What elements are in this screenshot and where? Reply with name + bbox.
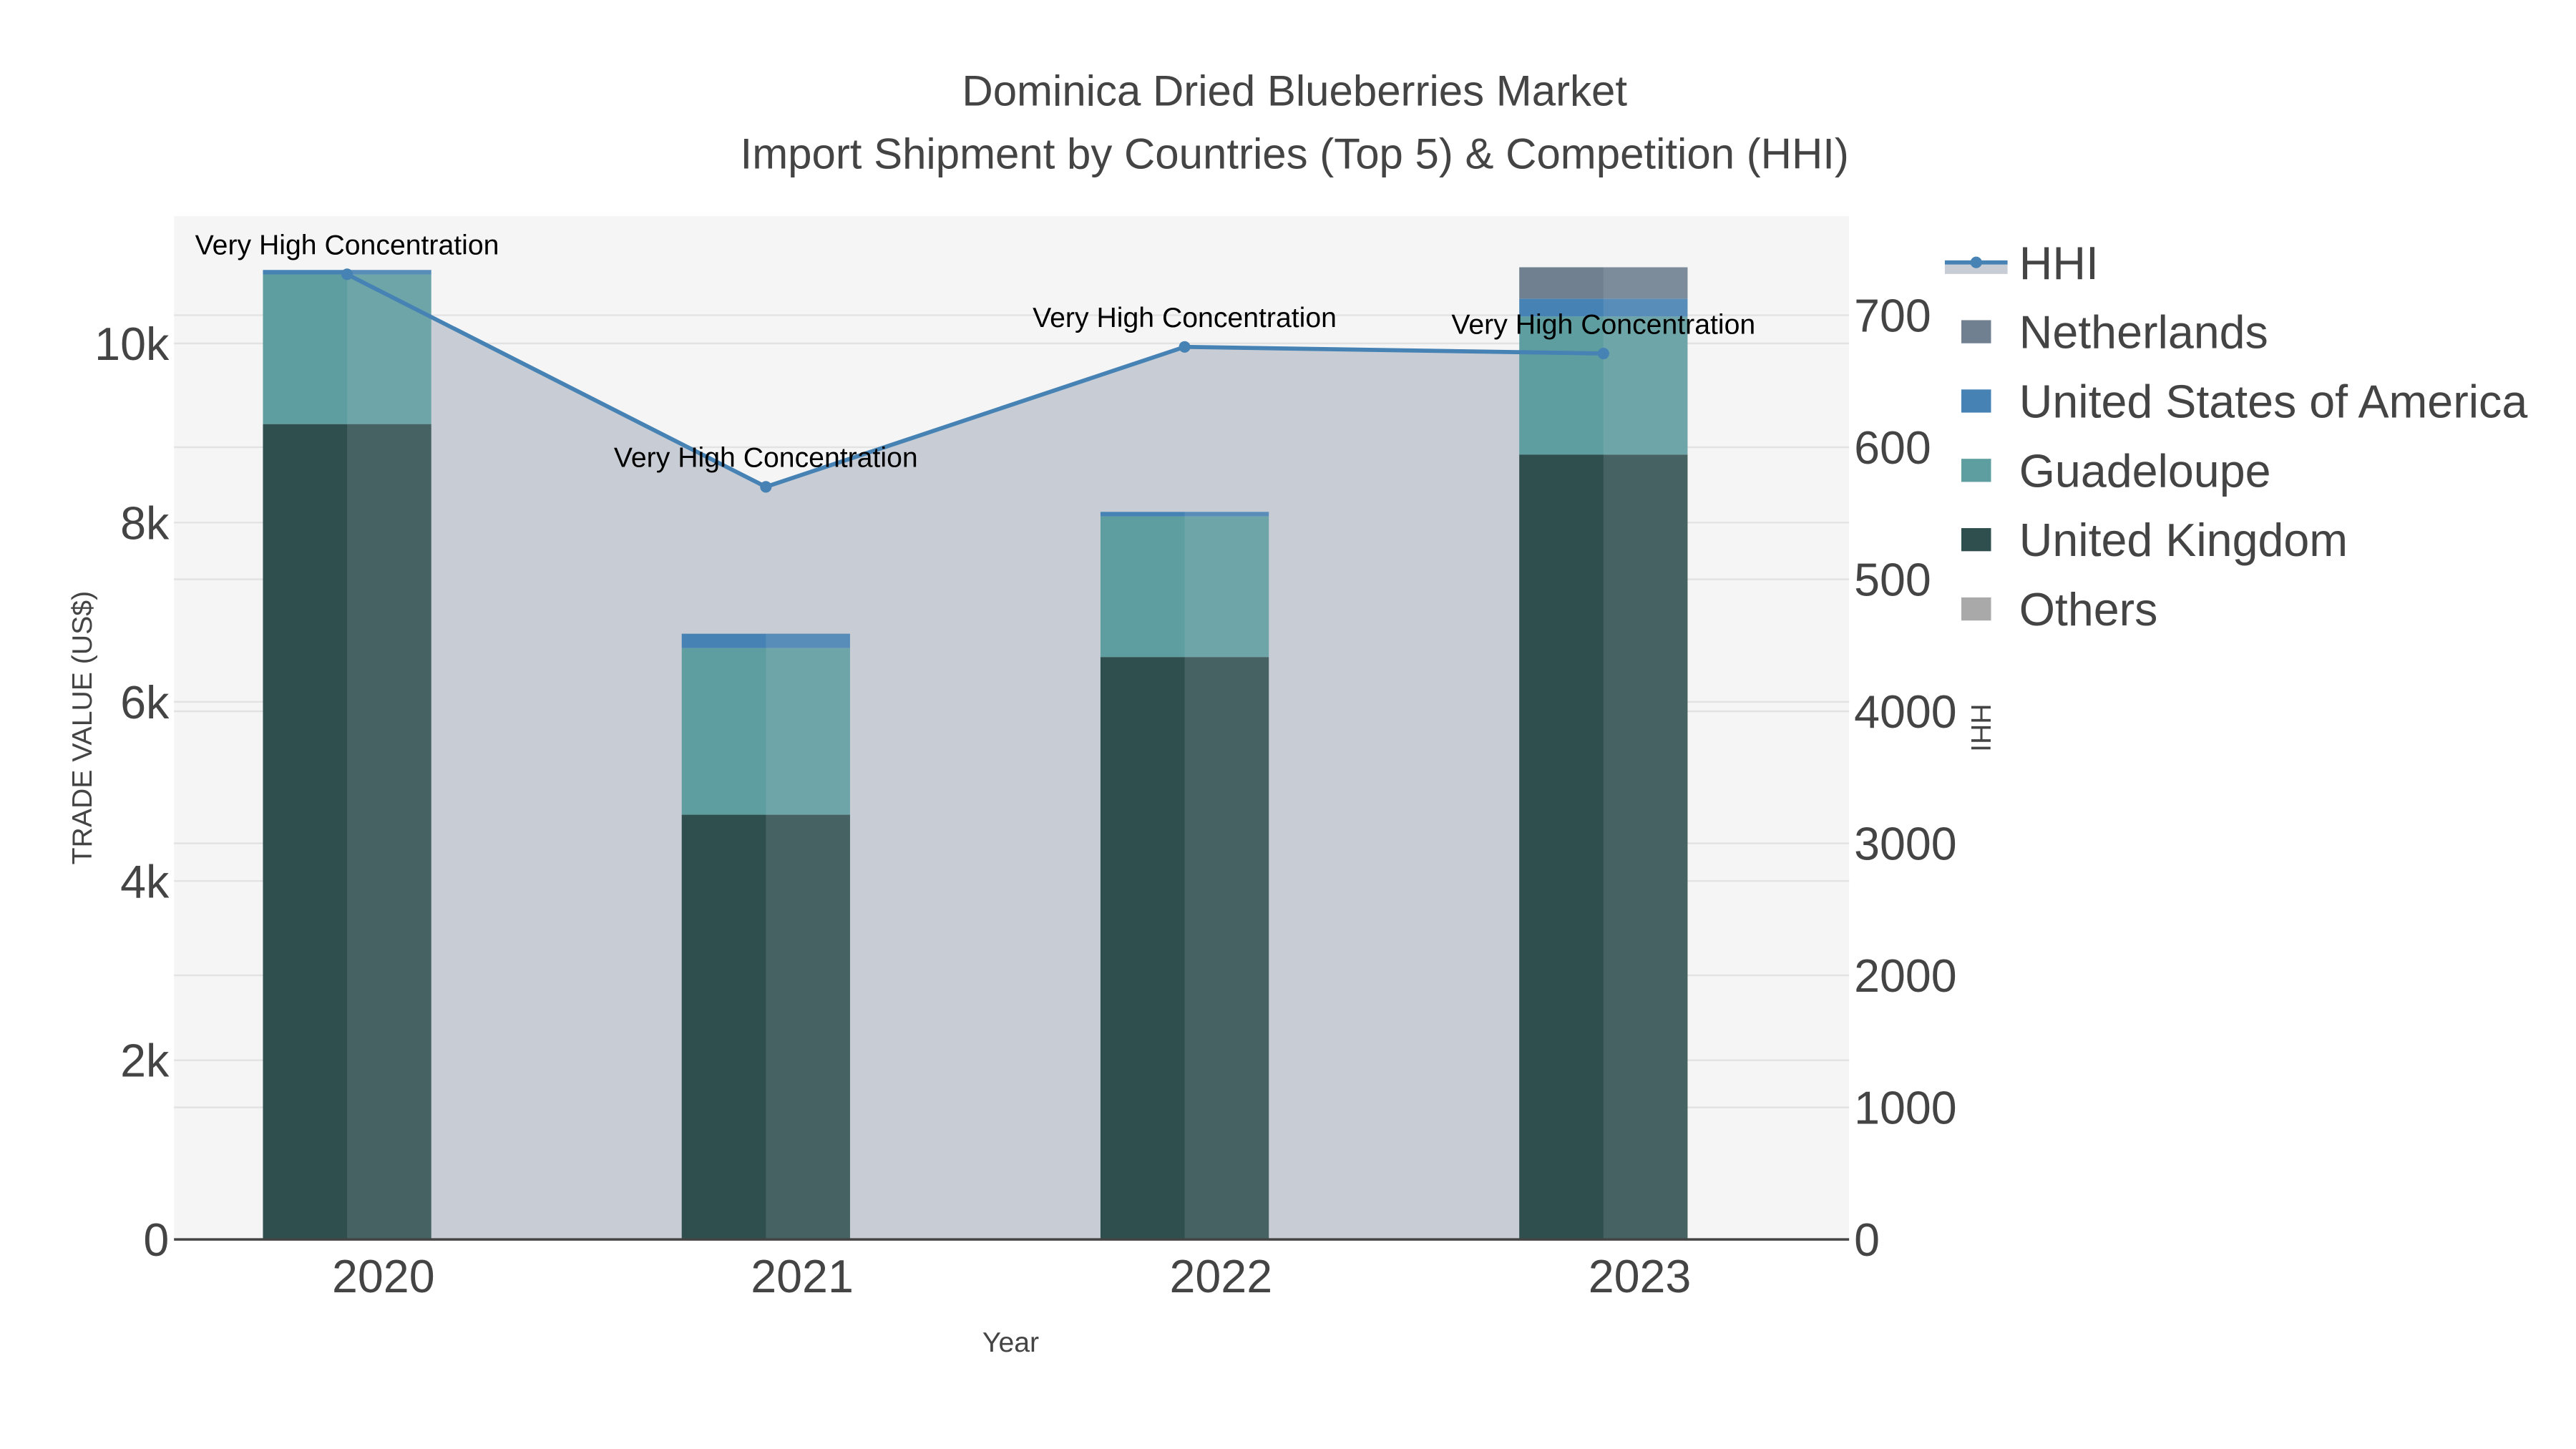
legend-label: United Kingdom bbox=[2019, 514, 2348, 566]
y2-tick-label: 500 bbox=[1854, 555, 1931, 606]
x-tick-label: 2023 bbox=[1589, 1251, 1692, 1302]
y-tick-label: 2k bbox=[120, 1035, 170, 1087]
y2-tick-label: 700 bbox=[1854, 291, 1931, 342]
y2-tick-label: 3000 bbox=[1854, 819, 1957, 870]
y-tick-label: 8k bbox=[120, 497, 170, 549]
hhi-point bbox=[1179, 341, 1191, 353]
legend-label: HHI bbox=[2019, 238, 2099, 289]
y2-tick-label: 4000 bbox=[1854, 686, 1957, 738]
chart-title: Dominica Dried Blueberries Market bbox=[962, 67, 1627, 115]
hhi-annotation: Very High Concentration bbox=[1033, 303, 1337, 333]
y-axis-label: TRADE VALUE (US$) bbox=[67, 591, 98, 865]
y2-tick-label: 0 bbox=[1854, 1214, 1880, 1266]
legend-swatch bbox=[1961, 528, 1991, 552]
hhi-area bbox=[347, 274, 1604, 1240]
bar-overlay bbox=[347, 270, 431, 1240]
hhi-annotation: Very High Concentration bbox=[195, 230, 499, 261]
hhi-annotation: Very High Concentration bbox=[614, 443, 918, 474]
hhi-point bbox=[1597, 347, 1609, 360]
legend-swatch bbox=[1961, 597, 1991, 621]
bar-overlay bbox=[1184, 512, 1269, 1240]
legend-label: Guadeloupe bbox=[2019, 445, 2271, 497]
hhi-point bbox=[341, 268, 353, 280]
legend-swatch bbox=[1961, 389, 1991, 413]
y2-tick-label: 2000 bbox=[1854, 950, 1957, 1002]
y-tick-label: 6k bbox=[120, 677, 170, 728]
y2-tick-label: 600 bbox=[1854, 422, 1931, 474]
legend: HHI Netherlands United States of America Gu… bbox=[1944, 238, 2528, 635]
hhi-annotation: Very High Concentration bbox=[1451, 309, 1755, 340]
x-tick-label: 2021 bbox=[751, 1251, 854, 1302]
y-tick-label: 0 bbox=[143, 1214, 169, 1266]
legend-hhi-marker bbox=[1970, 256, 1982, 268]
legend-label: Others bbox=[2019, 584, 2158, 635]
y-tick-label: 4k bbox=[120, 856, 170, 907]
legend-label: Netherlands bbox=[2019, 307, 2268, 358]
chart: Dominica Dried Blueberries Market Import… bbox=[67, 67, 2528, 1358]
legend-swatch bbox=[1961, 320, 1991, 343]
y2-tick-label: 1000 bbox=[1854, 1083, 1957, 1134]
x-tick-label: 2022 bbox=[1169, 1251, 1272, 1302]
x-tick-label: 2020 bbox=[332, 1251, 435, 1302]
y2-axis-label: HHI bbox=[1965, 703, 1996, 752]
bar-overlay bbox=[1603, 267, 1688, 1240]
bar-overlay bbox=[766, 633, 850, 1240]
hhi-point bbox=[760, 481, 772, 493]
y-tick-label: 10k bbox=[94, 318, 170, 370]
x-axis-label: Year bbox=[982, 1327, 1039, 1358]
legend-label: United States of America bbox=[2019, 376, 2528, 428]
legend-swatch bbox=[1961, 459, 1991, 482]
chart-subtitle: Import Shipment by Countries (Top 5) & C… bbox=[741, 130, 1849, 177]
